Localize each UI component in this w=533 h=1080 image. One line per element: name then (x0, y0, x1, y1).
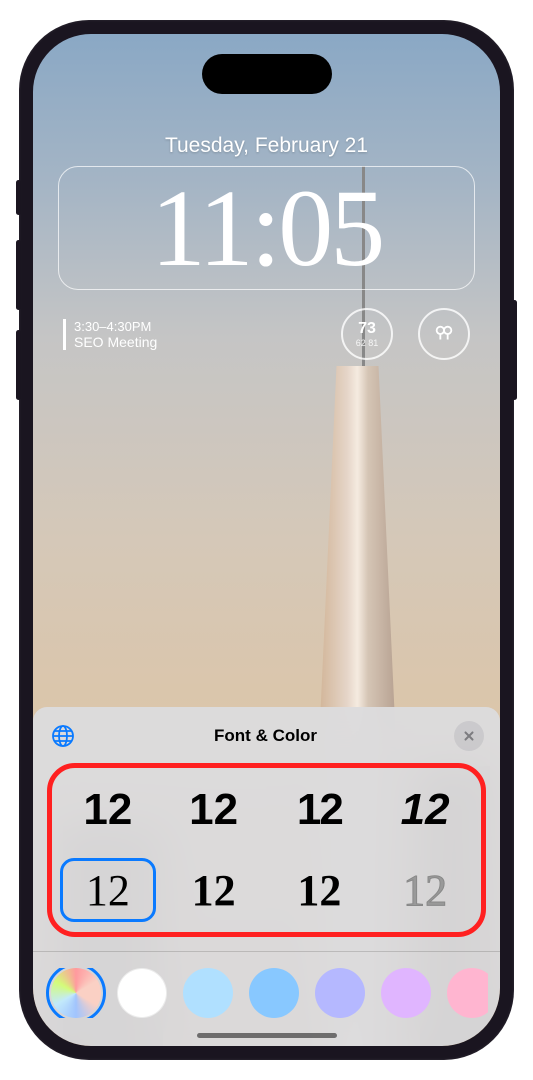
screen: Tuesday, February 21 11:05 3:30–4:30PM S… (33, 34, 500, 1046)
color-swatch-pink[interactable] (447, 968, 488, 1018)
panel-header: Font & Color (45, 721, 488, 763)
color-swatch-lavender[interactable] (381, 968, 431, 1018)
divider (33, 951, 500, 952)
event-time: 3:30–4:30PM (74, 319, 157, 334)
power-button[interactable] (512, 300, 517, 400)
color-swatch-white[interactable] (117, 968, 167, 1018)
color-swatch-light-blue[interactable] (183, 968, 233, 1018)
font-option-2[interactable]: 12 (166, 778, 262, 842)
home-indicator[interactable] (197, 1033, 337, 1038)
color-swatch-gradient[interactable] (51, 968, 101, 1018)
panel-title: Font & Color (214, 726, 317, 746)
dynamic-island (202, 54, 332, 94)
widgets-row[interactable]: 3:30–4:30PM SEO Meeting 73 62 81 (33, 298, 500, 370)
font-option-8[interactable]: 12 (377, 858, 473, 922)
color-swatch-periwinkle[interactable] (315, 968, 365, 1018)
date-label[interactable]: Tuesday, February 21 (33, 134, 500, 158)
volume-down-button[interactable] (16, 330, 21, 400)
font-option-5[interactable]: 12 (60, 858, 156, 922)
color-row (45, 968, 488, 1018)
globe-button[interactable] (49, 722, 77, 750)
silent-switch[interactable] (16, 180, 21, 215)
globe-icon (51, 724, 75, 748)
font-option-7[interactable]: 12 (272, 858, 368, 922)
time-label: 11:05 (69, 173, 464, 283)
phone-frame: Tuesday, February 21 11:05 3:30–4:30PM S… (19, 20, 514, 1060)
font-option-4[interactable]: 12 (377, 778, 473, 842)
color-swatch-blue[interactable] (249, 968, 299, 1018)
lockscreen-content: Tuesday, February 21 11:05 3:30–4:30PM S… (33, 134, 500, 370)
time-container[interactable]: 11:05 (58, 166, 475, 290)
calendar-widget[interactable]: 3:30–4:30PM SEO Meeting (63, 319, 157, 350)
font-grid-highlight: 1212121212121212 (47, 763, 486, 937)
weather-widget[interactable]: 73 62 81 (341, 308, 393, 360)
volume-up-button[interactable] (16, 240, 21, 310)
font-option-6[interactable]: 12 (166, 858, 262, 922)
font-color-panel: Font & Color 1212121212121212 (33, 707, 500, 1046)
weather-temp: 73 (358, 320, 376, 338)
event-title: SEO Meeting (74, 334, 157, 350)
airpods-battery-widget[interactable] (418, 308, 470, 360)
weather-range: 62 81 (356, 338, 379, 348)
close-button[interactable] (454, 721, 484, 751)
airpods-icon (433, 323, 455, 345)
font-option-1[interactable]: 12 (60, 778, 156, 842)
font-option-3[interactable]: 12 (272, 778, 368, 842)
close-icon (462, 729, 476, 743)
font-grid: 1212121212121212 (60, 778, 473, 922)
